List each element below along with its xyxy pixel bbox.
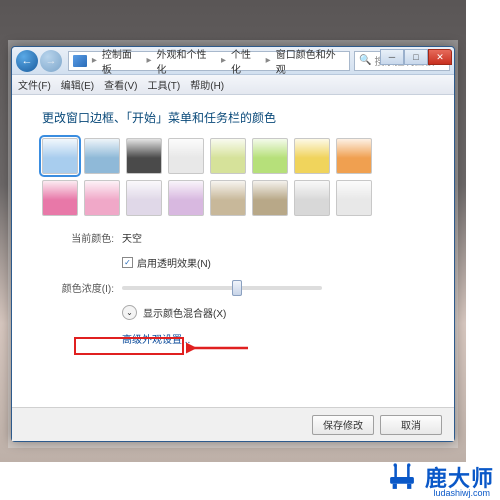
save-button[interactable]: 保存修改 [312, 415, 374, 435]
color-swatch[interactable] [336, 180, 372, 216]
menu-help[interactable]: 帮助(H) [190, 77, 224, 92]
color-swatch[interactable] [84, 138, 120, 174]
intensity-slider[interactable] [122, 286, 322, 290]
control-panel-icon [73, 55, 87, 67]
color-swatches [42, 138, 424, 216]
breadcrumb[interactable]: ▸ 控制面板 ▸ 外观和个性化 ▸ 个性化 ▸ 窗口颜色和外观 [68, 51, 350, 71]
search-icon: 🔍 [359, 55, 371, 66]
cancel-button[interactable]: 取消 [380, 415, 442, 435]
nav-back-button[interactable]: ← [16, 50, 38, 72]
color-swatch[interactable] [294, 180, 330, 216]
menu-view[interactable]: 查看(V) [104, 77, 137, 92]
color-swatch[interactable] [42, 180, 78, 216]
page-heading: 更改窗口边框、「开始」菜单和任务栏的颜色 [42, 109, 424, 126]
breadcrumb-leaf[interactable]: 窗口颜色和外观 [276, 46, 345, 76]
slider-thumb[interactable] [232, 280, 242, 296]
menu-tools[interactable]: 工具(T) [147, 77, 180, 92]
color-swatch[interactable] [168, 180, 204, 216]
color-swatch[interactable] [210, 180, 246, 216]
chevron-down-icon[interactable]: ⌄ [122, 305, 137, 320]
window: ─ □ ✕ ← → ▸ 控制面板 ▸ 外观和个性化 ▸ 个性化 ▸ 窗口颜色和外… [11, 46, 455, 442]
menubar: 文件(F) 编辑(E) 查看(V) 工具(T) 帮助(H) [12, 75, 454, 95]
close-button[interactable]: ✕ [428, 49, 452, 65]
transparency-checkbox[interactable]: ✓ [122, 257, 133, 268]
color-swatch[interactable] [126, 138, 162, 174]
color-swatch[interactable] [252, 138, 288, 174]
color-swatch[interactable] [168, 138, 204, 174]
menu-edit[interactable]: 编辑(E) [61, 77, 94, 92]
content-area: 更改窗口边框、「开始」菜单和任务栏的颜色 当前颜色: 天空 ✓ 启用透明效果(N… [12, 95, 454, 407]
breadcrumb-root[interactable]: 控制面板 [102, 46, 142, 76]
footer: 保存修改 取消 [12, 407, 454, 441]
watermark-icon [385, 460, 419, 494]
current-color-value: 天空 [122, 230, 142, 245]
watermark-url: ludashiwj.com [433, 488, 490, 498]
intensity-label: 颜色浓度(I): [42, 280, 114, 295]
menu-file[interactable]: 文件(F) [18, 77, 51, 92]
color-swatch[interactable] [294, 138, 330, 174]
maximize-button[interactable]: □ [404, 49, 428, 65]
breadcrumb-mid[interactable]: 外观和个性化 [157, 46, 216, 76]
color-swatch[interactable] [84, 180, 120, 216]
minimize-button[interactable]: ─ [380, 49, 404, 65]
color-swatch[interactable] [336, 138, 372, 174]
advanced-appearance-link[interactable]: 高级外观设置... [122, 331, 190, 346]
transparency-label: 启用透明效果(N) [137, 255, 211, 270]
breadcrumb-sub[interactable]: 个性化 [231, 46, 261, 76]
mixer-label[interactable]: 显示颜色混合器(X) [143, 305, 226, 320]
color-swatch[interactable] [42, 138, 78, 174]
color-swatch[interactable] [210, 138, 246, 174]
current-color-label: 当前颜色: [42, 230, 114, 245]
color-swatch[interactable] [126, 180, 162, 216]
color-swatch[interactable] [252, 180, 288, 216]
nav-forward-button[interactable]: → [40, 50, 62, 72]
